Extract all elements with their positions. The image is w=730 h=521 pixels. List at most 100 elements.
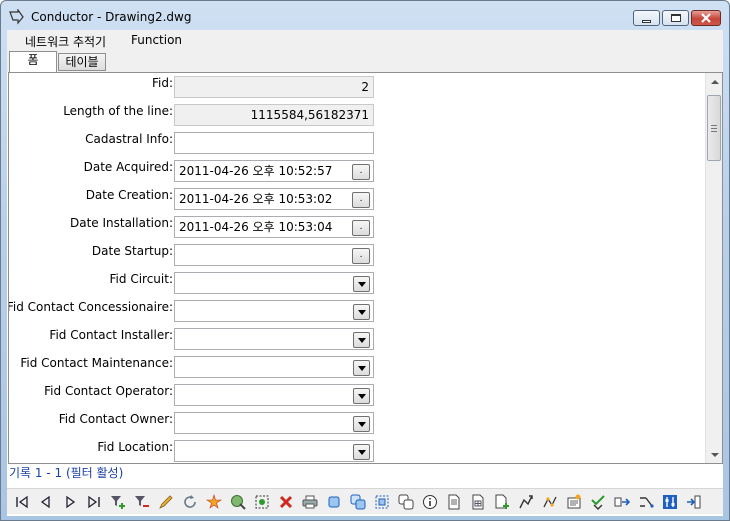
clone-button[interactable] (397, 493, 415, 511)
flow-button[interactable] (637, 493, 655, 511)
clone-icon (398, 494, 414, 510)
close-button[interactable] (691, 10, 721, 26)
field-label: Date Creation: (85, 188, 173, 202)
field-select[interactable] (174, 328, 374, 350)
vertical-scrollbar[interactable] (705, 73, 722, 463)
tab-table[interactable]: 테이블 (58, 53, 106, 71)
arrow-down-icon (710, 452, 719, 457)
settings-sliders-button[interactable] (661, 493, 679, 511)
previous-record-button[interactable] (37, 493, 55, 511)
document-button[interactable] (445, 493, 463, 511)
field-select[interactable] (174, 356, 374, 378)
title-bar[interactable]: Conductor - Drawing2.dwg (1, 1, 729, 31)
field-input[interactable]: 2011-04-26 오후 10:53:04. (174, 216, 374, 238)
field-input: 2 (174, 76, 374, 98)
field-select[interactable] (174, 384, 374, 406)
date-picker-button[interactable]: . (352, 164, 370, 180)
maximize-button[interactable] (662, 10, 689, 26)
field-select[interactable] (174, 272, 374, 294)
select-zoom-icon (255, 495, 269, 509)
tab-form[interactable]: 폼 (9, 51, 57, 72)
next-record-button[interactable] (61, 493, 79, 511)
field-row: Fid Contact Maintenance: (9, 356, 709, 378)
zoom-globe-icon (231, 495, 246, 510)
highlight-star-button[interactable] (205, 493, 223, 511)
dropdown-button[interactable] (353, 360, 370, 376)
tab-strip: 폼 테이블 (7, 50, 723, 72)
zoom-globe-button[interactable] (229, 493, 247, 511)
document-add-button[interactable] (493, 493, 511, 511)
field-select[interactable] (174, 440, 374, 462)
field-row: Fid Location: (9, 440, 709, 462)
trace-network-button[interactable] (541, 493, 559, 511)
info-icon (423, 495, 437, 509)
field-label: Fid Circuit: (109, 272, 173, 286)
menu-network-tracer[interactable]: 네트워크 추적기 (25, 33, 106, 50)
copy-shape-button[interactable] (325, 493, 343, 511)
date-picker-button[interactable]: . (352, 248, 370, 264)
document-grid-button[interactable] (469, 493, 487, 511)
date-picker-button[interactable]: . (352, 220, 370, 236)
field-row: Cadastral Info: (9, 132, 709, 154)
edit-pencil-button[interactable] (157, 493, 175, 511)
first-record-button[interactable] (13, 493, 31, 511)
refresh-button[interactable] (181, 493, 199, 511)
add-filter-button[interactable] (109, 493, 127, 511)
print-button[interactable] (301, 493, 319, 511)
dropdown-button[interactable] (353, 416, 370, 432)
info-button[interactable] (421, 493, 439, 511)
import-arrow-button[interactable] (685, 493, 703, 511)
next-record-icon (66, 495, 76, 509)
field-row: Date Installation: 2011-04-26 오후 10:53:04… (9, 216, 709, 238)
trace-arrow-icon (519, 495, 533, 509)
remove-filter-button[interactable] (133, 493, 151, 511)
duplicate-icon (350, 494, 366, 510)
chevron-down-icon (357, 449, 366, 455)
export-arrow-button[interactable] (613, 493, 631, 511)
field-row: Date Startup:. (9, 244, 709, 266)
copy-shape-icon (328, 496, 340, 508)
duplicate-button[interactable] (349, 493, 367, 511)
dropdown-button[interactable] (353, 332, 370, 348)
refresh-icon (184, 495, 196, 508)
check-down-button[interactable] (589, 493, 607, 511)
field-row: Fid Circuit: (9, 272, 709, 294)
remove-filter-icon (135, 496, 149, 507)
client-area: 네트워크 추적기 Function 폼 테이블 Fid: 2 Length of t… (7, 30, 723, 516)
report-button[interactable] (565, 493, 583, 511)
grip-icon (711, 124, 717, 132)
dropdown-button[interactable] (353, 276, 370, 292)
menu-function[interactable]: Function (131, 33, 182, 47)
field-row: Fid Contact Installer: (9, 328, 709, 350)
trace-network-icon (543, 496, 557, 508)
field-label: Fid Contact Concessionaire: (8, 300, 173, 314)
dropdown-button[interactable] (353, 304, 370, 320)
field-value: 2 (361, 80, 369, 94)
field-select[interactable] (174, 412, 374, 434)
delete-button[interactable] (277, 493, 295, 511)
field-input[interactable]: 2011-04-26 오후 10:52:57. (174, 160, 374, 182)
scroll-down-button[interactable] (706, 446, 722, 463)
field-row: Date Creation: 2011-04-26 오후 10:53:02. (9, 188, 709, 210)
document-grid-icon (472, 494, 484, 510)
field-label: Fid Contact Maintenance: (20, 356, 173, 370)
scroll-up-button[interactable] (706, 73, 722, 90)
last-record-button[interactable] (85, 493, 103, 511)
field-label: Date Installation: (69, 216, 173, 230)
field-label: Fid Contact Owner: (58, 412, 173, 426)
field-input[interactable]: . (174, 244, 374, 266)
scroll-thumb[interactable] (707, 95, 721, 161)
dropdown-button[interactable] (353, 388, 370, 404)
dropdown-button[interactable] (353, 444, 370, 460)
field-input[interactable] (174, 132, 374, 154)
trace-arrow-button[interactable] (517, 493, 535, 511)
select-zoom-button[interactable] (253, 493, 271, 511)
check-down-icon (591, 495, 605, 510)
date-picker-button[interactable]: . (352, 192, 370, 208)
select-box-button[interactable] (373, 493, 391, 511)
field-input[interactable]: 2011-04-26 오후 10:53:02. (174, 188, 374, 210)
field-select[interactable] (174, 300, 374, 322)
edit-pencil-icon (159, 495, 173, 509)
minimize-icon (642, 19, 651, 23)
minimize-button[interactable] (633, 10, 660, 26)
